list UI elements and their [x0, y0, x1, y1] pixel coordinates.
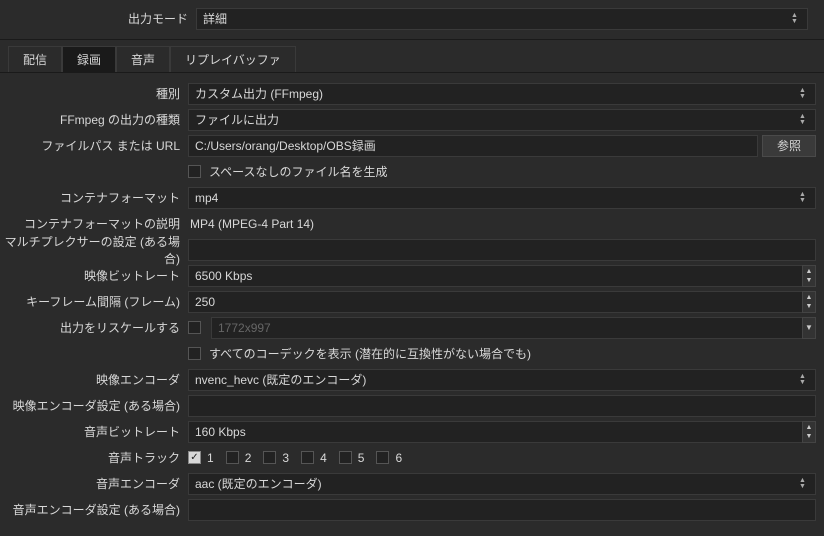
ffmpeg-output-type-select[interactable]: ファイルに出力 ▲▼ — [188, 109, 816, 131]
abitrate-spinner[interactable]: ▲▼ — [802, 421, 816, 443]
keyframe-label: キーフレーム間隔 (フレーム) — [0, 293, 188, 310]
output-mode-value: 詳細 — [203, 10, 227, 27]
type-label: 種別 — [0, 85, 188, 102]
track-3-checkbox[interactable] — [263, 451, 276, 464]
filepath-label: ファイルパス または URL — [0, 137, 188, 154]
aenc-set-input[interactable] — [188, 499, 816, 521]
ffmpeg-output-type-value: ファイルに出力 — [195, 111, 279, 128]
updown-icon: ▲▼ — [791, 9, 803, 29]
filepath-value: C:/Users/orang/Desktop/OBS録画 — [195, 137, 376, 154]
venc-select[interactable]: nvenc_hevc (既定のエンコーダ) ▲▼ — [188, 369, 816, 391]
abitrate-label: 音声ビットレート — [0, 423, 188, 440]
container-desc-value: MP4 (MPEG-4 Part 14) — [188, 217, 314, 231]
track-4-checkbox[interactable] — [301, 451, 314, 464]
show-all-checkbox[interactable] — [188, 347, 201, 360]
vbitrate-label: 映像ビットレート — [0, 267, 188, 284]
rescale-input: 1772x997 — [211, 317, 803, 339]
aenc-value: aac (既定のエンコーダ) — [195, 475, 322, 492]
track-6-label: 6 — [395, 451, 402, 465]
output-mode-label: 出力モード — [8, 10, 196, 27]
abitrate-input[interactable]: 160 Kbps — [188, 421, 803, 443]
tab-stream[interactable]: 配信 — [8, 46, 62, 72]
atrack-label: 音声トラック — [0, 449, 188, 466]
rescale-label: 出力をリスケールする — [0, 319, 188, 336]
updown-icon: ▲▼ — [799, 474, 811, 494]
abitrate-value: 160 Kbps — [195, 425, 246, 439]
container-select[interactable]: mp4 ▲▼ — [188, 187, 816, 209]
tabs: 配信 録画 音声 リプレイバッファ — [0, 40, 824, 73]
rescale-placeholder: 1772x997 — [218, 321, 271, 335]
ffmpeg-output-type-label: FFmpeg の出力の種類 — [0, 111, 188, 128]
track-5-checkbox[interactable] — [339, 451, 352, 464]
no-space-checkbox[interactable] — [188, 165, 201, 178]
aenc-set-label: 音声エンコーダ設定 (ある場合) — [0, 501, 188, 518]
keyframe-input[interactable]: 250 — [188, 291, 803, 313]
tab-replay[interactable]: リプレイバッファ — [170, 46, 296, 72]
container-value: mp4 — [195, 191, 218, 205]
track-5-label: 5 — [358, 451, 365, 465]
rescale-checkbox[interactable] — [188, 321, 201, 334]
no-space-label: スペースなしのファイル名を生成 — [209, 163, 388, 180]
vbitrate-value: 6500 Kbps — [195, 269, 252, 283]
aenc-select[interactable]: aac (既定のエンコーダ) ▲▼ — [188, 473, 816, 495]
output-mode-select[interactable]: 詳細 ▲▼ — [196, 8, 808, 30]
venc-set-input[interactable] — [188, 395, 816, 417]
venc-label: 映像エンコーダ — [0, 371, 188, 388]
track-6-checkbox[interactable] — [376, 451, 389, 464]
updown-icon: ▲▼ — [799, 84, 811, 104]
container-label: コンテナフォーマット — [0, 189, 188, 206]
track-1-checkbox[interactable]: ✓ — [188, 451, 201, 464]
container-desc-label: コンテナフォーマットの説明 — [0, 215, 188, 232]
track-2-label: 2 — [245, 451, 252, 465]
track-4-label: 4 — [320, 451, 327, 465]
updown-icon: ▲▼ — [799, 188, 811, 208]
vbitrate-input[interactable]: 6500 Kbps — [188, 265, 803, 287]
keyframe-spinner[interactable]: ▲▼ — [802, 291, 816, 313]
type-select[interactable]: カスタム出力 (FFmpeg) ▲▼ — [188, 83, 816, 105]
filepath-input[interactable]: C:/Users/orang/Desktop/OBS録画 — [188, 135, 758, 157]
tab-record[interactable]: 録画 — [62, 46, 116, 72]
vbitrate-spinner[interactable]: ▲▼ — [802, 265, 816, 287]
track-2-checkbox[interactable] — [226, 451, 239, 464]
tab-audio[interactable]: 音声 — [116, 46, 170, 72]
aenc-label: 音声エンコーダ — [0, 475, 188, 492]
track-1-label: 1 — [207, 451, 214, 465]
keyframe-value: 250 — [195, 295, 215, 309]
mux-label: マルチプレクサーの設定 (ある場合) — [0, 233, 188, 267]
show-all-label: すべてのコーデックを表示 (潜在的に互換性がない場合でも) — [209, 345, 531, 362]
rescale-dropdown-icon: ▼ — [802, 317, 816, 339]
venc-set-label: 映像エンコーダ設定 (ある場合) — [0, 397, 188, 414]
mux-input[interactable] — [188, 239, 816, 261]
updown-icon: ▲▼ — [799, 110, 811, 130]
venc-value: nvenc_hevc (既定のエンコーダ) — [195, 371, 366, 388]
browse-button[interactable]: 参照 — [762, 135, 816, 157]
updown-icon: ▲▼ — [799, 370, 811, 390]
track-3-label: 3 — [282, 451, 289, 465]
type-value: カスタム出力 (FFmpeg) — [195, 85, 323, 102]
